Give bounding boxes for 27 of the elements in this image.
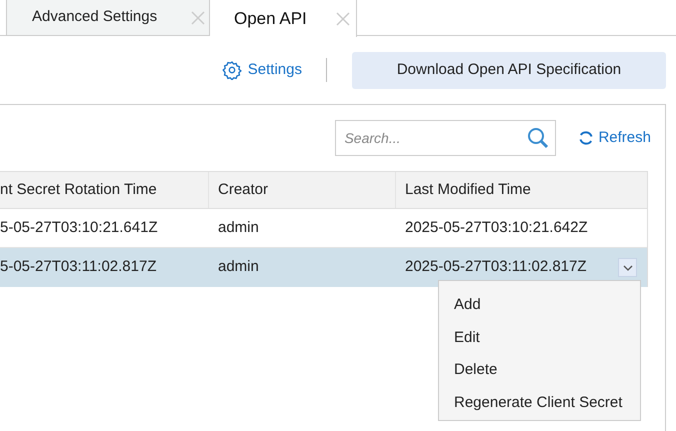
- dropdown-button[interactable]: [618, 258, 637, 277]
- table-cell-text: 5-05-27T03:11:02.817Z: [0, 257, 158, 278]
- close-icon[interactable]: [191, 10, 205, 24]
- table-cell-text: 2025-05-27T03:10:21.642Z: [404, 218, 589, 238]
- column-header: Creator: [209, 172, 396, 208]
- menu-item[interactable]: Regenerate Client Secret: [439, 386, 640, 419]
- table-cell-text: 5-05-27T03:10:21.641Z: [0, 218, 159, 238]
- refresh-link[interactable]: Refresh: [578, 126, 651, 150]
- search-icon: [526, 126, 550, 150]
- refresh-icon: [578, 130, 594, 146]
- tab[interactable]: Advanced Settings: [6, 0, 210, 35]
- menu-item[interactable]: Delete: [439, 354, 640, 386]
- column-header: nt Secret Rotation Time: [0, 172, 209, 208]
- settings-icon: [222, 60, 242, 80]
- table-cell-text: admin: [217, 218, 260, 238]
- menu-item[interactable]: Edit: [439, 322, 640, 354]
- close-icon[interactable]: [336, 12, 350, 26]
- search-field[interactable]: Search...: [335, 120, 556, 156]
- download-button[interactable]: Download Open API Specification: [352, 52, 666, 88]
- menu-item[interactable]: Add: [439, 289, 640, 322]
- tab[interactable]: Open API: [210, 0, 357, 37]
- chevron-down-icon: [622, 264, 632, 270]
- column-header: Last Modified Time: [404, 180, 532, 200]
- table-row[interactable]: 5-05-27T03:11:02.817Z admin 2025-05-27T03:11:02.817Z: [0, 248, 647, 287]
- table-cell-text: admin: [217, 257, 260, 278]
- table-cell-text: 2025-05-27T03:11:02.817Z: [404, 257, 588, 278]
- settings-link[interactable]: Settings: [222, 58, 302, 82]
